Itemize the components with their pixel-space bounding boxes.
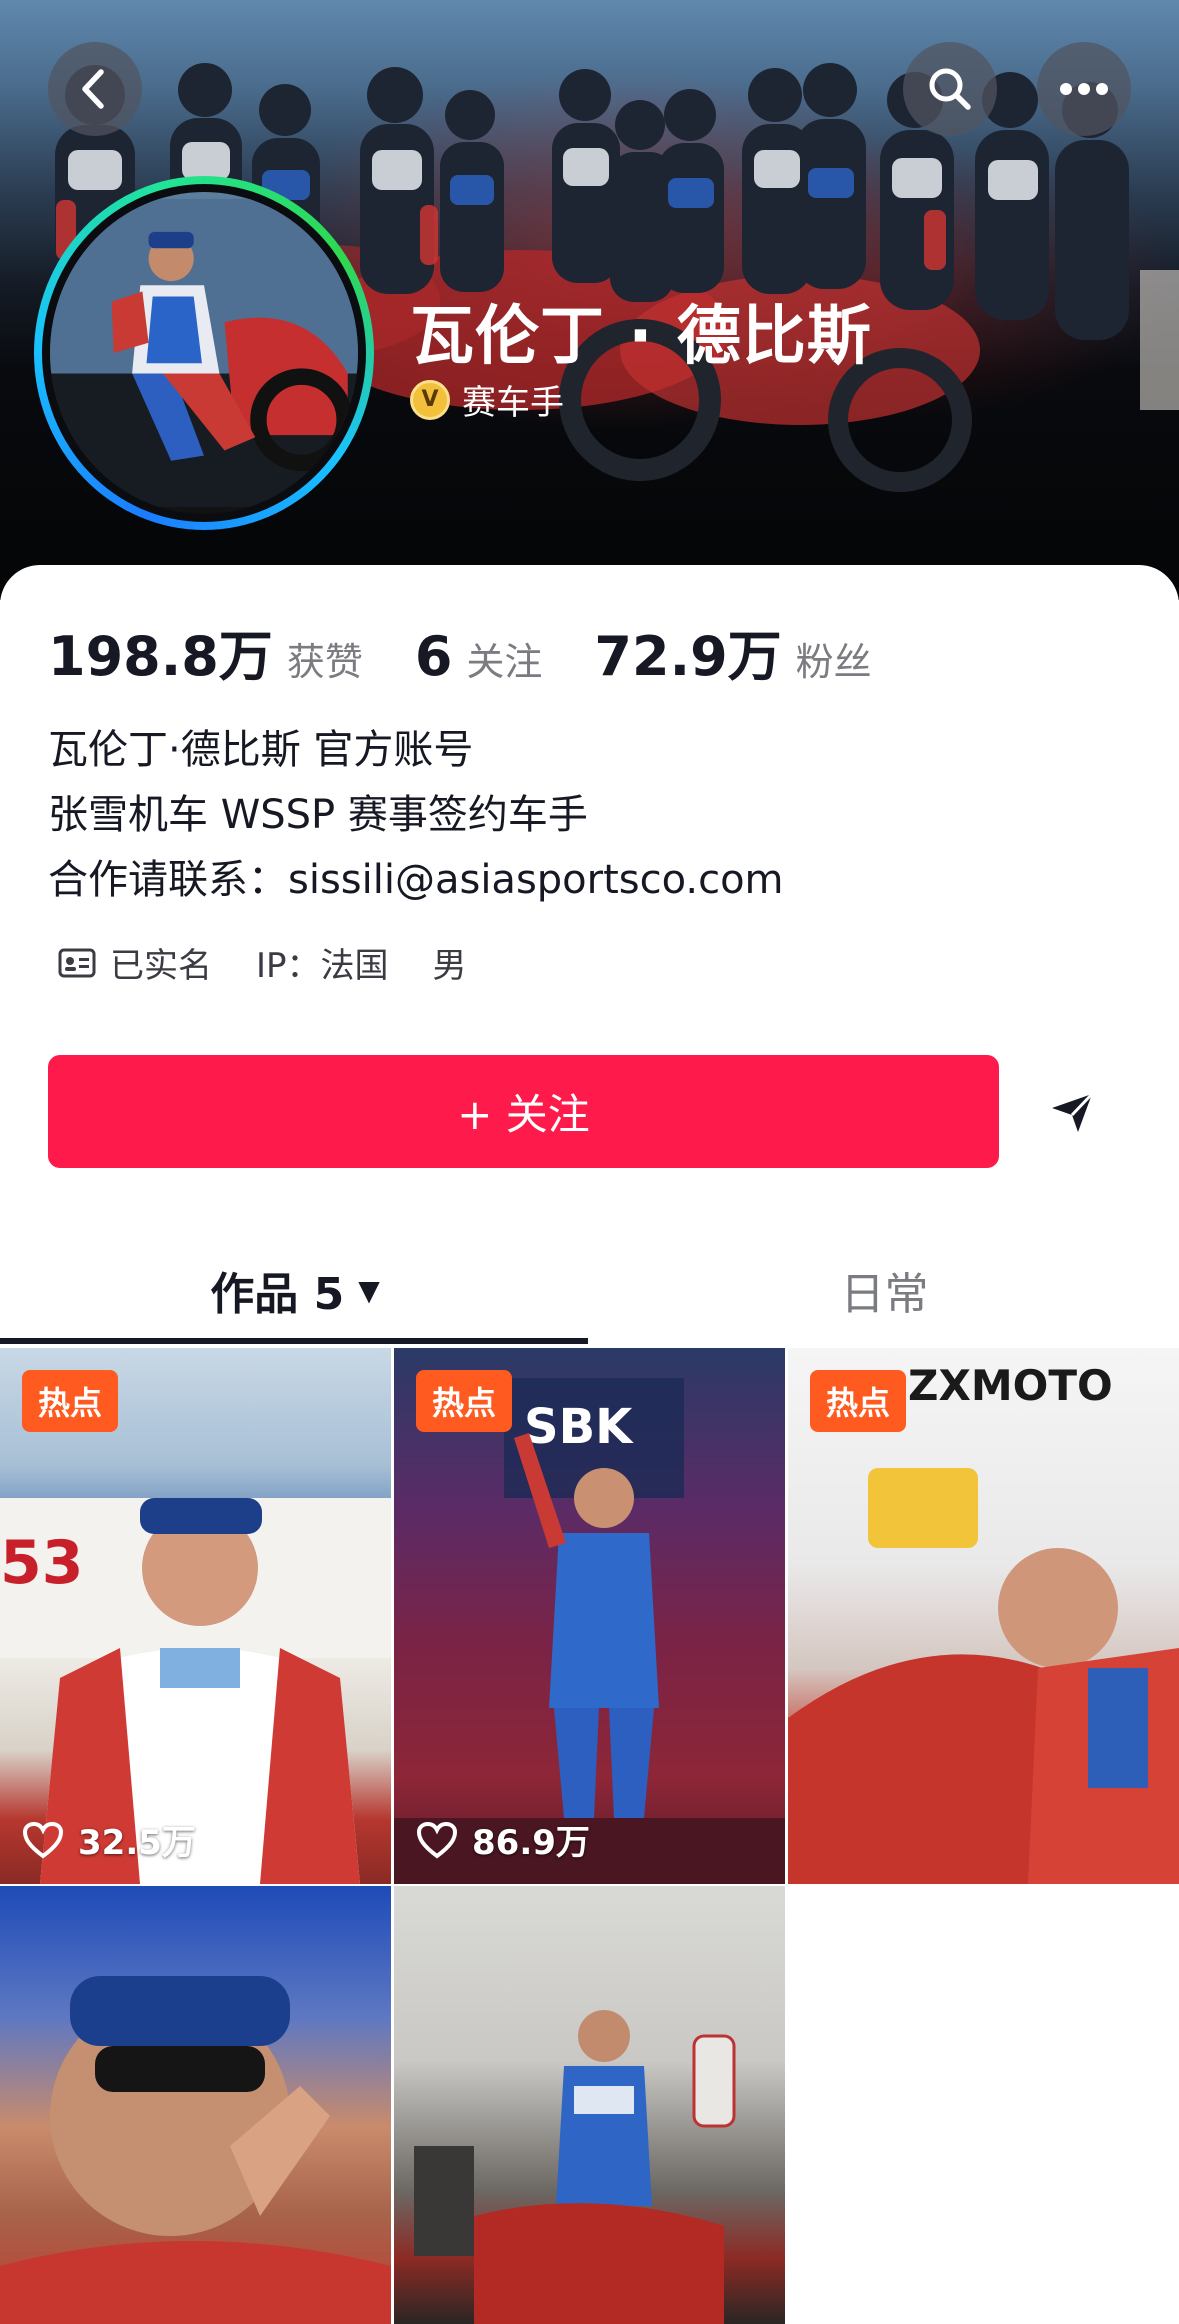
share-button[interactable] [1040,1080,1104,1144]
id-card-icon [58,948,96,978]
video-thumbnail[interactable]: ZXMOTO 热点 [788,1348,1179,1884]
search-icon [929,68,971,110]
followers-label: 粉丝 [795,640,872,684]
ip-location: IP：法国 [256,946,389,986]
svg-text:53: 53 [0,1528,84,1598]
profile-name: 瓦伦丁 · 德比斯 [410,300,872,374]
video-thumbnail-image [0,1976,391,2324]
video-thumbnail[interactable]: 53 热点 32.5万 [0,1348,391,1884]
bio-line: 合作请联系：sissili@asiasportsco.com [48,857,784,903]
bio-line: 张雪机车 WSSP 赛事签约车手 [48,792,588,838]
video-thumbnail[interactable] [394,1886,785,2324]
following-label: 关注 [466,640,543,684]
profile-page: 瓦伦丁 · 德比斯 V 赛车手 198.8万 获赞 6 关注 72.9万 粉丝 … [0,0,1179,2324]
video-likes: 32.5万 [22,1815,196,1864]
follow-button[interactable]: + 关注 [48,1055,999,1168]
verification-label: 赛车手 [462,383,564,423]
hot-tag: 热点 [810,1370,906,1432]
svg-text:ZXMOTO: ZXMOTO [908,1361,1113,1410]
tab-daily[interactable]: 日常 [590,1240,1179,1340]
real-name-verified-label: 已实名 [110,946,212,986]
bio-line: 瓦伦丁·德比斯 官方账号 [48,727,474,773]
hot-tag: 热点 [22,1370,118,1432]
video-likes-count: 32.5万 [78,1823,196,1863]
send-icon [1052,1092,1094,1132]
likes-label: 获赞 [286,640,363,684]
gender-label: 男 [432,946,467,986]
svg-text:SBK: SBK [524,1399,634,1455]
caret-down-icon: ▼ [358,1273,380,1307]
video-thumbnail[interactable] [0,1886,391,2324]
verification-row: V 赛车手 [410,375,564,424]
profile-bio: 瓦伦丁·德比斯 官方账号 张雪机车 WSSP 赛事签约车手 合作请联系：siss… [48,718,784,913]
heart-icon [22,1821,64,1858]
more-options-button[interactable] [1037,42,1131,136]
video-likes-count: 86.9万 [472,1823,590,1863]
profile-banner: 瓦伦丁 · 德比斯 V 赛车手 [0,0,1179,600]
verified-badge-icon: V [410,379,450,420]
more-dots-icon [1060,83,1108,95]
content-tabs: 作品 5 ▼ 日常 [0,1240,1179,1340]
avatar-rider-photo [50,199,358,507]
tab-works[interactable]: 作品 5 ▼ [0,1240,590,1340]
heart-icon [416,1821,458,1858]
search-button[interactable] [903,42,997,136]
video-thumbnail-image [414,2010,736,2324]
stats-row: 198.8万 获赞 6 关注 72.9万 粉丝 [48,612,924,691]
profile-meta: 已实名 IP：法国 男 [58,938,467,987]
tab-works-label: 作品 5 [210,1269,345,1320]
video-thumbnail[interactable]: SBK 热点 86.9万 [394,1348,785,1884]
video-likes: 86.9万 [416,1815,590,1864]
followers-count[interactable]: 72.9万 [594,612,781,691]
chevron-left-icon [82,69,104,109]
following-count[interactable]: 6 [415,625,453,688]
avatar[interactable] [34,176,374,530]
hot-tag: 热点 [416,1370,512,1432]
active-tab-indicator [0,1338,588,1344]
back-button[interactable] [48,42,142,136]
likes-count[interactable]: 198.8万 [48,612,273,691]
